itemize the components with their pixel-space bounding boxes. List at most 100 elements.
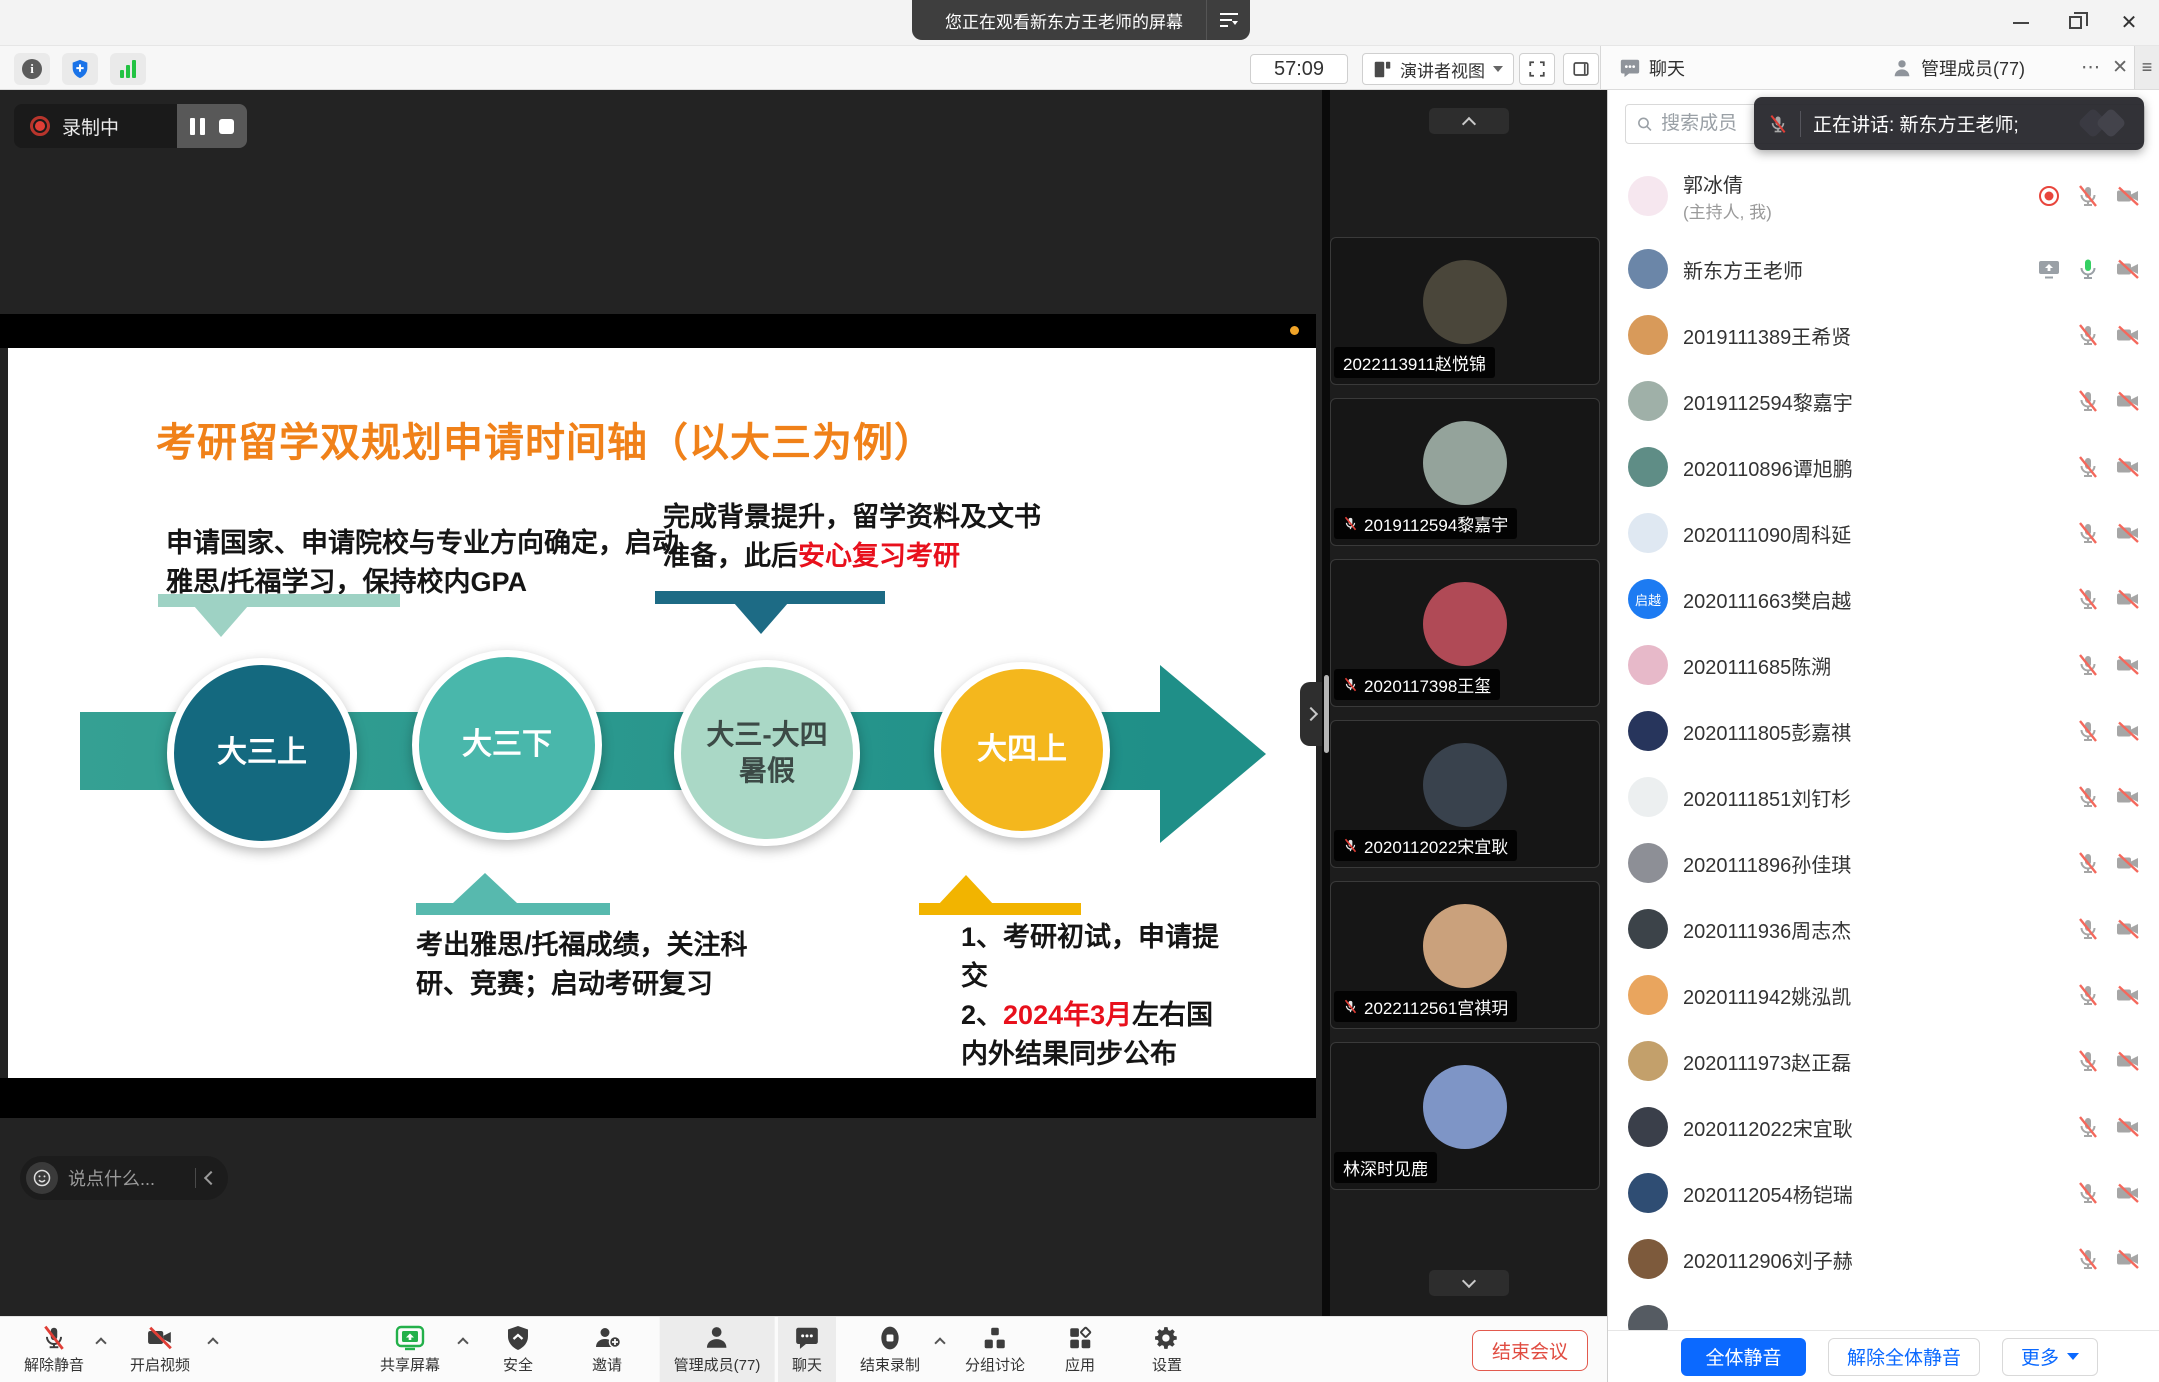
gear-icon [1154,1325,1180,1351]
panel-more-icon[interactable]: ⋯ [2081,56,2100,79]
member-row[interactable]: 2020111936周志杰 [1608,896,2159,962]
avatar [1423,582,1507,666]
member-row[interactable]: 郭冰倩 (主持人, 我) [1608,156,2159,236]
chat-button[interactable]: 聊天 [778,1317,836,1382]
network-signal-button[interactable] [110,53,146,85]
share-screen-button[interactable]: 共享屏幕 [366,1317,454,1382]
window-controls: ✕ [2001,0,2149,45]
apps-button[interactable]: 应用 [1051,1317,1109,1382]
fullscreen-icon [1528,60,1546,78]
member-name: 2020111090周科延 [1683,519,2076,548]
breakout-button[interactable]: 分组讨论 [951,1317,1039,1382]
side-panel-toggle-button[interactable] [1563,53,1599,85]
mic-muted-icon [2076,1247,2100,1271]
mic-muted-icon [2076,521,2100,545]
signal-bars-icon [120,60,136,78]
video-options-chevron[interactable] [207,1337,218,1348]
avatar [1628,381,1668,421]
unmute-all-button[interactable]: 解除全体静音 [1828,1338,1980,1376]
thumbnail-scrollbar[interactable] [1324,675,1329,753]
pause-recording-button[interactable] [190,118,205,135]
video-thumbnail[interactable]: 2020112022宋宜耿 [1330,720,1600,868]
screen-share-badge-icon [2037,257,2061,281]
member-row[interactable]: 新东方王老师 [1608,236,2159,302]
marker-bar-right [919,903,1081,915]
member-row[interactable]: 2020111685陈溯 [1608,632,2159,698]
letterbox-top [0,314,1316,348]
meeting-info-button[interactable]: i [14,53,50,85]
fullscreen-button[interactable] [1519,53,1555,85]
member-row[interactable]: 2020111851刘钉杉 [1608,764,2159,830]
camera-muted-icon [2115,587,2141,611]
restore-button[interactable] [2055,6,2095,40]
timeline-step-2: 大三下 [412,650,602,840]
share-options-chevron[interactable] [457,1337,468,1348]
member-name: 2020111663樊启越 [1683,585,2076,614]
thumbnail-name-label: 2022112561宫祺玥 [1334,991,1517,1022]
camera-muted-icon [2115,1181,2141,1205]
callout-pointer-left [194,606,248,637]
hamburger-icon: ≡ [2142,57,2153,78]
collapsed-panel-handle[interactable]: ≡ [2134,46,2159,89]
more-button[interactable]: 更多 [2002,1338,2098,1376]
minimize-button[interactable] [2001,6,2041,40]
member-row[interactable]: 2020111942姚泓凯 [1608,962,2159,1028]
emoji-button[interactable] [26,1162,58,1194]
mic-muted-icon [2076,1181,2100,1205]
member-row[interactable]: 2020111805彭嘉祺 [1608,698,2159,764]
slide-topright-text: 完成背景提升，留学资料及文书 准备，此后安心复习考研 [663,498,1041,576]
view-mode-button[interactable]: 演讲者视图 [1362,53,1514,85]
unmute-button[interactable]: 解除静音 [10,1317,98,1382]
mute-all-button[interactable]: 全体静音 [1681,1338,1806,1376]
manage-members-button[interactable]: 管理成员(77) [660,1317,775,1382]
member-row[interactable]: 2020110896谭旭鹏 [1608,434,2159,500]
start-video-button[interactable]: 开启视频 [116,1317,204,1382]
recording-label: 录制中 [62,113,119,140]
stop-recording-button[interactable] [219,119,234,134]
camera-muted-icon [2115,1247,2141,1271]
recording-dot-icon [30,116,50,136]
panel-close-icon[interactable]: ✕ [2112,56,2128,79]
recording-options-chevron[interactable] [934,1337,945,1348]
video-thumbnail-strip: 2022113911赵悦锦 2019112594黎嘉宇 202011 [1322,90,1607,1316]
speaking-toast: 正在讲话: 新东方王老师; [1754,97,2144,150]
member-row[interactable]: 2019112594黎嘉宇 [1608,368,2159,434]
security-button[interactable]: 安全 [489,1317,547,1382]
video-thumbnail[interactable]: 2019112594黎嘉宇 [1330,398,1600,546]
member-row[interactable] [1608,1292,2159,1330]
invite-button[interactable]: 邀请 [578,1317,636,1382]
banner-menu-icon[interactable] [1206,0,1250,40]
video-thumbnail[interactable]: 2022113911赵悦锦 [1330,237,1600,385]
member-row[interactable]: 2020112054杨铠瑞 [1608,1160,2159,1226]
avatar [1628,777,1668,817]
stop-recording-button[interactable]: 结束录制 [846,1317,934,1382]
chat-panel-header[interactable]: 聊天 [1601,46,1877,89]
video-thumbnail[interactable]: 2020117398王玺 [1330,559,1600,707]
collapse-strip-handle[interactable] [1300,682,1322,746]
member-row[interactable]: 2020111896孙佳琪 [1608,830,2159,896]
member-row[interactable]: 2020111973赵正磊 [1608,1028,2159,1094]
thumbnails-scroll-down-button[interactable] [1429,1270,1509,1296]
settings-button[interactable]: 设置 [1138,1317,1196,1382]
member-name: 2020112054杨铠瑞 [1683,1179,2076,1208]
end-meeting-button[interactable]: 结束会议 [1472,1330,1588,1371]
members-panel-header[interactable]: 管理成员(77) ⋯ ✕ [1877,46,2134,89]
shield-plus-icon [69,58,91,80]
mic-muted-icon [1343,838,1358,853]
member-row[interactable]: 2019111389王希贤 [1608,302,2159,368]
security-shield-button[interactable] [62,53,98,85]
quick-chat-input[interactable]: 说点什么... [68,1165,185,1191]
close-button[interactable]: ✕ [2109,6,2149,40]
member-row[interactable]: 2020111090周科延 [1608,500,2159,566]
chevron-left-icon[interactable] [204,1171,218,1185]
member-row[interactable]: 启越 2020111663樊启越 [1608,566,2159,632]
invite-person-icon [593,1325,620,1351]
video-thumbnail[interactable]: 林深时见鹿 [1330,1042,1600,1190]
camera-muted-icon [2115,653,2141,677]
chat-panel-title: 聊天 [1649,55,1685,81]
letterbox-bottom [0,1078,1316,1118]
member-row[interactable]: 2020112022宋宜耿 [1608,1094,2159,1160]
thumbnails-scroll-up-button[interactable] [1429,108,1509,134]
member-row[interactable]: 2020112906刘子赫 [1608,1226,2159,1292]
video-thumbnail[interactable]: 2022112561宫祺玥 [1330,881,1600,1029]
